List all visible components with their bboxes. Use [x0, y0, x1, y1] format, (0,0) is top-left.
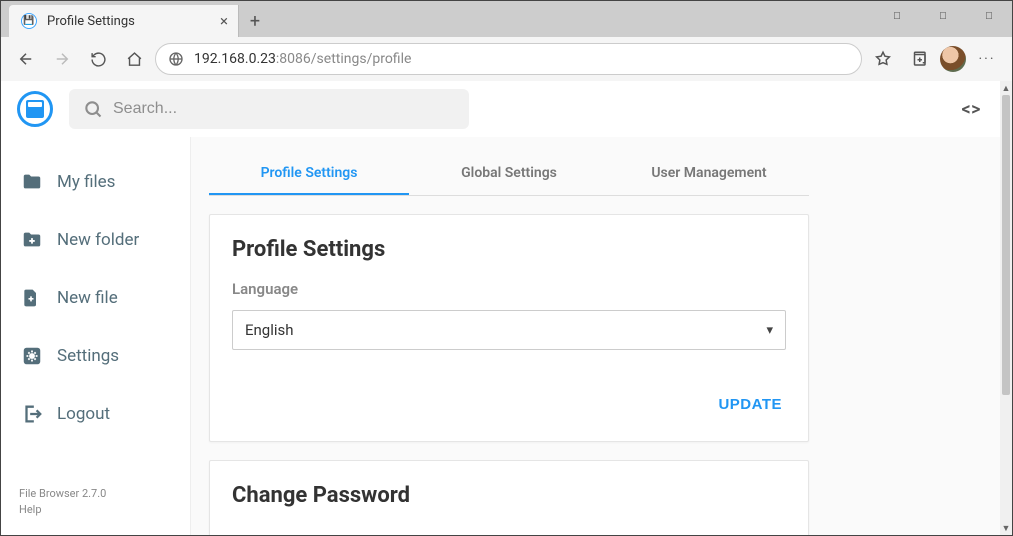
window-controls:    — [874, 1, 1012, 31]
nav-back-button[interactable] — [11, 44, 41, 74]
browser-titlebar: 💾 Profile Settings × +    — [1, 1, 1012, 37]
search-field[interactable] — [69, 89, 469, 129]
app-area: < > My files New folder New file S — [1, 81, 1012, 535]
sidebar-item-new-file[interactable]: New file — [1, 269, 190, 327]
profile-card: Profile Settings Language English ▾ UPDA… — [209, 214, 809, 442]
language-value: English — [245, 321, 294, 339]
vertical-scrollbar[interactable]: ▲ ▼ — [1000, 81, 1012, 535]
chevron-down-icon: ▾ — [766, 323, 773, 338]
main-content: Profile Settings Global Settings User Ma… — [191, 81, 1012, 535]
sidebar-item-label: Logout — [57, 404, 110, 424]
language-select[interactable]: English ▾ — [232, 310, 786, 350]
sidebar-item-my-files[interactable]: My files — [1, 153, 190, 211]
home-icon — [126, 51, 143, 68]
new-tab-button[interactable]: + — [239, 5, 271, 37]
sidebar-item-settings[interactable]: Settings — [1, 327, 190, 385]
scroll-down-icon[interactable]: ▼ — [1000, 521, 1012, 535]
tab-strip: 💾 Profile Settings × + — [1, 1, 874, 37]
tab-label: Global Settings — [461, 165, 557, 181]
profile-heading: Profile Settings — [232, 237, 786, 262]
arrow-left-icon — [17, 50, 35, 68]
scroll-up-icon[interactable]: ▲ — [1000, 81, 1012, 95]
folder-plus-icon — [21, 229, 43, 251]
app-logo[interactable] — [17, 91, 53, 127]
browser-menu-button[interactable]: ··· — [972, 44, 1002, 74]
sidebar-item-logout[interactable]: Logout — [1, 385, 190, 443]
disk-icon — [26, 100, 44, 118]
dots-icon: ··· — [979, 51, 996, 67]
browser-tab[interactable]: 💾 Profile Settings × — [9, 5, 239, 37]
help-link[interactable]: Help — [19, 502, 172, 517]
profile-avatar[interactable] — [940, 46, 966, 72]
favorites-button[interactable] — [868, 44, 898, 74]
browser-toolbar: 192.168.0.23:8086/settings/profile ··· — [1, 37, 1012, 81]
app-version: File Browser 2.7.0 — [19, 486, 172, 501]
url-port: :8086 — [276, 51, 311, 67]
password-heading: Change Password — [232, 483, 786, 508]
collections-icon — [910, 50, 928, 68]
nav-forward-button — [47, 44, 77, 74]
window-maximize-button[interactable]:  — [920, 1, 966, 31]
search-icon — [83, 99, 103, 119]
tab-profile-settings[interactable]: Profile Settings — [209, 153, 409, 195]
search-input[interactable] — [113, 100, 455, 118]
close-tab-icon[interactable]: × — [220, 12, 228, 30]
logout-icon — [21, 403, 43, 425]
update-button[interactable]: UPDATE — [714, 390, 786, 419]
toggle-shell-button[interactable]: < > — [956, 95, 984, 123]
url-text: 192.168.0.23:8086/settings/profile — [194, 51, 411, 67]
nav-home-button[interactable] — [119, 44, 149, 74]
gear-icon — [21, 345, 43, 367]
sidebar: My files New folder New file Settings Lo… — [1, 81, 191, 535]
update-label: UPDATE — [718, 396, 782, 413]
star-icon — [874, 50, 892, 68]
url-ip: 192.168.0.23 — [194, 51, 276, 67]
nav-refresh-button[interactable] — [83, 44, 113, 74]
sidebar-item-label: New folder — [57, 230, 139, 250]
tab-user-management[interactable]: User Management — [609, 153, 809, 195]
refresh-icon — [90, 51, 107, 68]
sidebar-item-label: Settings — [57, 346, 119, 366]
tab-title: Profile Settings — [47, 14, 135, 29]
app-header: < > — [1, 81, 1000, 137]
sidebar-item-label: New file — [57, 288, 118, 308]
window-close-button[interactable]:  — [966, 1, 1012, 31]
tab-label: Profile Settings — [261, 165, 358, 181]
globe-icon — [168, 51, 184, 67]
arrow-right-icon — [53, 50, 71, 68]
tab-label: User Management — [651, 165, 766, 181]
tab-global-settings[interactable]: Global Settings — [409, 153, 609, 195]
url-path: /settings/profile — [311, 51, 412, 67]
file-plus-icon — [21, 287, 43, 309]
window-minimize-button[interactable]:  — [874, 1, 920, 31]
sidebar-item-label: My files — [57, 172, 115, 192]
url-bar[interactable]: 192.168.0.23:8086/settings/profile — [155, 43, 862, 75]
sidebar-footer: File Browser 2.7.0 Help — [1, 486, 190, 535]
code-icon: < > — [962, 99, 979, 120]
language-label: Language — [232, 280, 786, 298]
settings-tabs: Profile Settings Global Settings User Ma… — [209, 153, 809, 196]
tab-favicon-icon: 💾 — [21, 13, 37, 29]
sidebar-item-new-folder[interactable]: New folder — [1, 211, 190, 269]
folder-icon — [21, 171, 43, 193]
collections-button[interactable] — [904, 44, 934, 74]
password-card: Change Password — [209, 460, 809, 535]
scroll-track[interactable] — [1000, 95, 1012, 521]
scroll-thumb[interactable] — [1002, 95, 1010, 395]
